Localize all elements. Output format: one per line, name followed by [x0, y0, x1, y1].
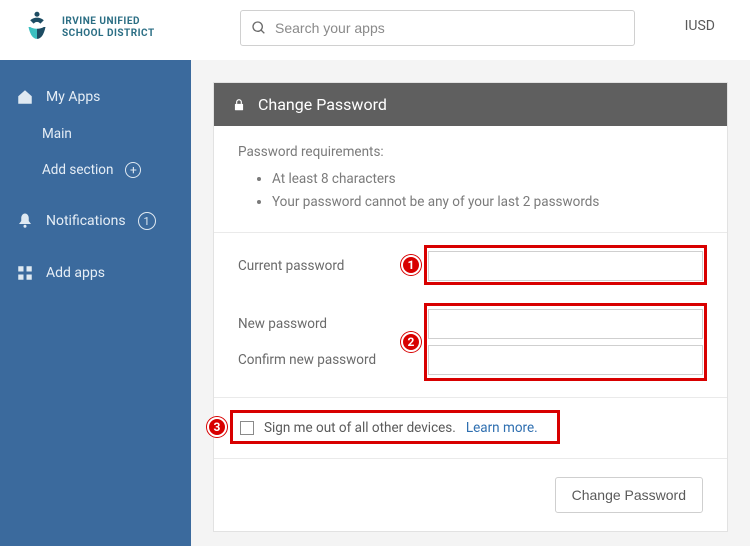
- sidebar-item-add-apps[interactable]: Add apps: [0, 254, 191, 292]
- label-confirm-password: Confirm new password: [238, 352, 428, 368]
- sidebar-label-my-apps: My Apps: [46, 89, 100, 105]
- row-current-password: Current password 1: [238, 251, 703, 281]
- org-name-line2: SCHOOL DISTRICT: [62, 28, 155, 40]
- main: Change Password Password requirements: A…: [191, 60, 750, 546]
- change-password-panel: Change Password Password requirements: A…: [213, 82, 728, 532]
- sidebar-item-notifications[interactable]: Notifications 1: [0, 202, 191, 240]
- sidebar-item-main[interactable]: Main: [0, 116, 191, 152]
- panel-actions: Change Password: [214, 458, 727, 531]
- notifications-count: 1: [138, 212, 156, 230]
- signout-row: Sign me out of all other devices. Learn …: [238, 416, 703, 440]
- panel-header: Change Password: [214, 83, 727, 126]
- group-new-password: New password Confirm new password 2: [238, 309, 703, 375]
- password-form: Current password 1 New password Confirm …: [214, 232, 727, 397]
- sidebar-label-add-apps: Add apps: [46, 265, 105, 281]
- search-field[interactable]: [240, 10, 635, 46]
- search-input[interactable]: [275, 20, 624, 36]
- grid-icon: [16, 264, 34, 282]
- requirements-title: Password requirements:: [238, 144, 703, 160]
- sidebar-item-my-apps[interactable]: My Apps: [0, 78, 191, 116]
- input-new-password[interactable]: [428, 309, 703, 339]
- search-wrap: [240, 10, 635, 46]
- signout-section: Sign me out of all other devices. Learn …: [214, 397, 727, 458]
- row-new-password: New password: [238, 309, 703, 339]
- panel-title: Change Password: [258, 95, 387, 114]
- org-name: IRVINE UNIFIED SCHOOL DISTRICT: [62, 10, 155, 40]
- home-icon: [16, 88, 34, 106]
- lock-icon: [232, 98, 246, 112]
- annotation-badge-3: 3: [207, 417, 227, 437]
- sidebar-item-add-section[interactable]: Add section +: [0, 152, 191, 188]
- plus-icon: +: [125, 162, 141, 178]
- org-short-label: IUSD: [685, 10, 715, 34]
- sidebar-label-main: Main: [42, 126, 72, 142]
- search-icon: [251, 20, 267, 36]
- logo: IRVINE UNIFIED SCHOOL DISTRICT: [20, 10, 190, 44]
- input-confirm-password[interactable]: [428, 345, 703, 375]
- row-confirm-password: Confirm new password: [238, 345, 703, 375]
- sidebar-label-add-section: Add section: [42, 162, 113, 178]
- requirement-item: At least 8 characters: [272, 168, 703, 191]
- password-requirements: Password requirements: At least 8 charac…: [214, 126, 727, 232]
- topbar: IRVINE UNIFIED SCHOOL DISTRICT IUSD: [0, 0, 750, 60]
- change-password-button[interactable]: Change Password: [555, 477, 703, 513]
- logo-icon: [20, 10, 54, 44]
- label-current-password: Current password: [238, 258, 428, 274]
- requirements-list: At least 8 characters Your password cann…: [238, 168, 703, 214]
- sidebar: My Apps Main Add section + Notifications…: [0, 60, 191, 546]
- signout-checkbox[interactable]: [240, 421, 254, 435]
- sidebar-label-notifications: Notifications: [46, 213, 126, 229]
- requirement-item: Your password cannot be any of your last…: [272, 191, 703, 214]
- bell-icon: [16, 212, 34, 230]
- org-name-line1: IRVINE UNIFIED: [62, 16, 155, 28]
- signout-label: Sign me out of all other devices.: [264, 420, 456, 436]
- input-current-password[interactable]: [428, 251, 703, 281]
- learn-more-link[interactable]: Learn more.: [466, 420, 538, 436]
- label-new-password: New password: [238, 316, 428, 332]
